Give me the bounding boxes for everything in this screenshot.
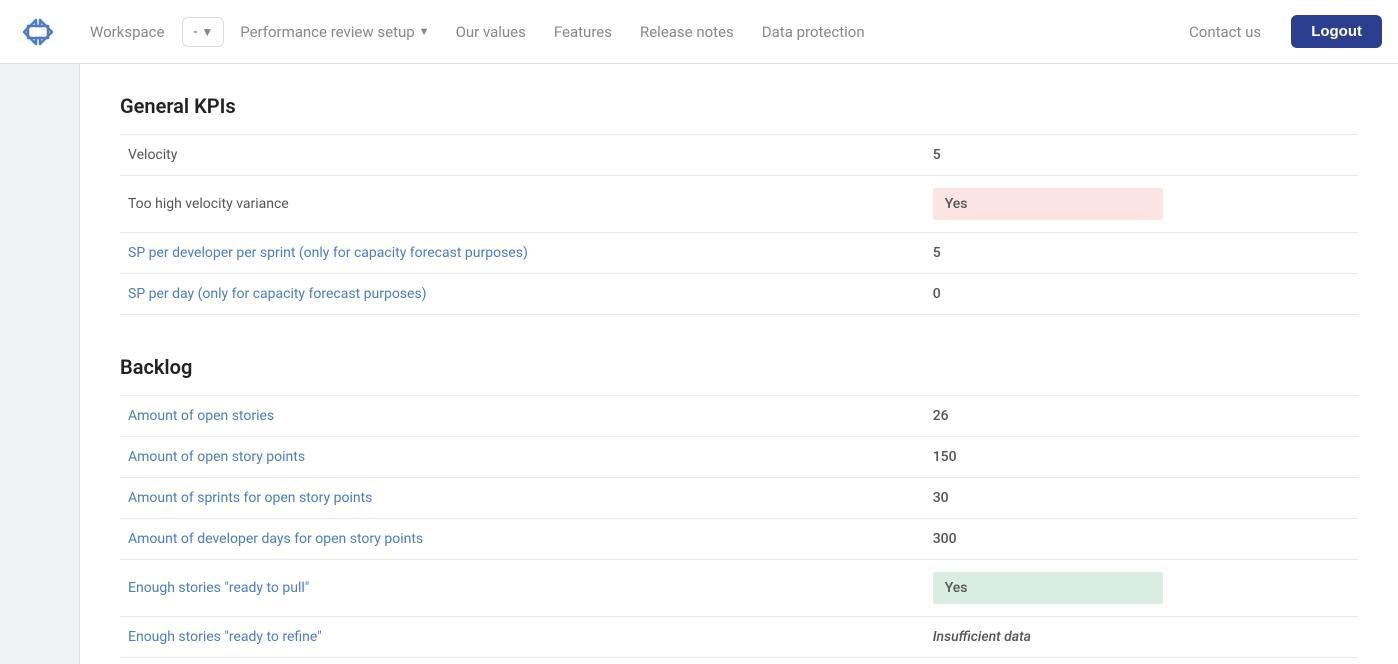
app-logo[interactable] [16, 16, 60, 48]
row-value: 0 [925, 274, 1358, 315]
row-value: 26 [925, 396, 1358, 437]
backlog-title: Backlog [120, 355, 1358, 379]
nav-release-notes[interactable]: Release notes [630, 17, 744, 47]
highlight-badge-green: Yes [933, 572, 1163, 604]
dropdown-value: - [193, 24, 197, 40]
row-label: Amount of open stories [120, 396, 925, 437]
general-kpis-title: General KPIs [120, 94, 1358, 118]
row-label: Enough stories "ready to refine" [120, 617, 925, 658]
row-label: SP per day (only for capacity forecast p… [120, 274, 925, 315]
general-kpis-section: General KPIs Velocity 5 Too high velocit… [120, 94, 1358, 315]
workspace-dropdown[interactable]: - ▼ [182, 17, 224, 47]
row-label: Amount of developer days for open story … [120, 519, 925, 560]
chevron-down-icon: ▼ [419, 25, 430, 38]
row-value: 30 [925, 478, 1358, 519]
table-row: Enough stories "ready to refine" Insuffi… [120, 617, 1358, 658]
table-row: Amount of open story points 150 [120, 437, 1358, 478]
backlog-section: Backlog Amount of open stories 26 Amount… [120, 355, 1358, 664]
row-label: Enough stories "ready to pull" [120, 560, 925, 617]
row-value: 5 [925, 135, 1358, 176]
highlight-badge-red: Yes [933, 188, 1163, 220]
nav-features[interactable]: Features [544, 17, 622, 47]
row-value-highlight-red: Yes [925, 176, 1358, 233]
row-label: Amount of open story points [120, 437, 925, 478]
nav-right-section: Contact us Logout [1179, 15, 1382, 48]
chevron-down-icon: ▼ [201, 25, 213, 39]
table-row: Enough stories "ready to pull" Yes [120, 560, 1358, 617]
row-value: 150 [925, 437, 1358, 478]
table-row: Amount of developer days for open story … [120, 519, 1358, 560]
row-label: Amount of sprints for open story points [120, 478, 925, 519]
nav-performance-review[interactable]: Performance review setup ▼ [232, 17, 437, 47]
table-row: Velocity 5 [120, 135, 1358, 176]
main-content: General KPIs Velocity 5 Too high velocit… [80, 64, 1398, 664]
nav-data-protection[interactable]: Data protection [752, 17, 875, 47]
table-row: Amount of sprints for open story points … [120, 478, 1358, 519]
row-label: SP per developer per sprint (only for ca… [120, 233, 925, 274]
page-layout: General KPIs Velocity 5 Too high velocit… [0, 64, 1398, 664]
row-value: 0 [925, 658, 1358, 664]
sidebar [0, 64, 80, 664]
general-kpis-table: Velocity 5 Too high velocity variance Ye… [120, 134, 1358, 315]
row-value-highlight-green: Yes [925, 560, 1358, 617]
nav-workspace[interactable]: Workspace [80, 17, 174, 47]
row-value: 300 [925, 519, 1358, 560]
table-row: SP per day (only for capacity forecast p… [120, 274, 1358, 315]
table-row: SP per developer per sprint (only for ca… [120, 233, 1358, 274]
row-label: Velocity [120, 135, 925, 176]
logout-button[interactable]: Logout [1291, 15, 1382, 48]
row-value-italic: Insufficient data [925, 617, 1358, 658]
row-label: Amount of open bugs [120, 658, 925, 664]
nav-our-values[interactable]: Our values [446, 17, 536, 47]
nav-performance-label: Performance review setup [240, 23, 414, 41]
table-row: Amount of open bugs 0 [120, 658, 1358, 664]
backlog-table: Amount of open stories 26 Amount of open… [120, 395, 1358, 664]
navbar: Workspace - ▼ Performance review setup ▼… [0, 0, 1398, 64]
row-label: Too high velocity variance [120, 176, 925, 233]
table-row: Amount of open stories 26 [120, 396, 1358, 437]
row-value: 5 [925, 233, 1358, 274]
nav-contact-us[interactable]: Contact us [1179, 17, 1271, 47]
table-row: Too high velocity variance Yes [120, 176, 1358, 233]
